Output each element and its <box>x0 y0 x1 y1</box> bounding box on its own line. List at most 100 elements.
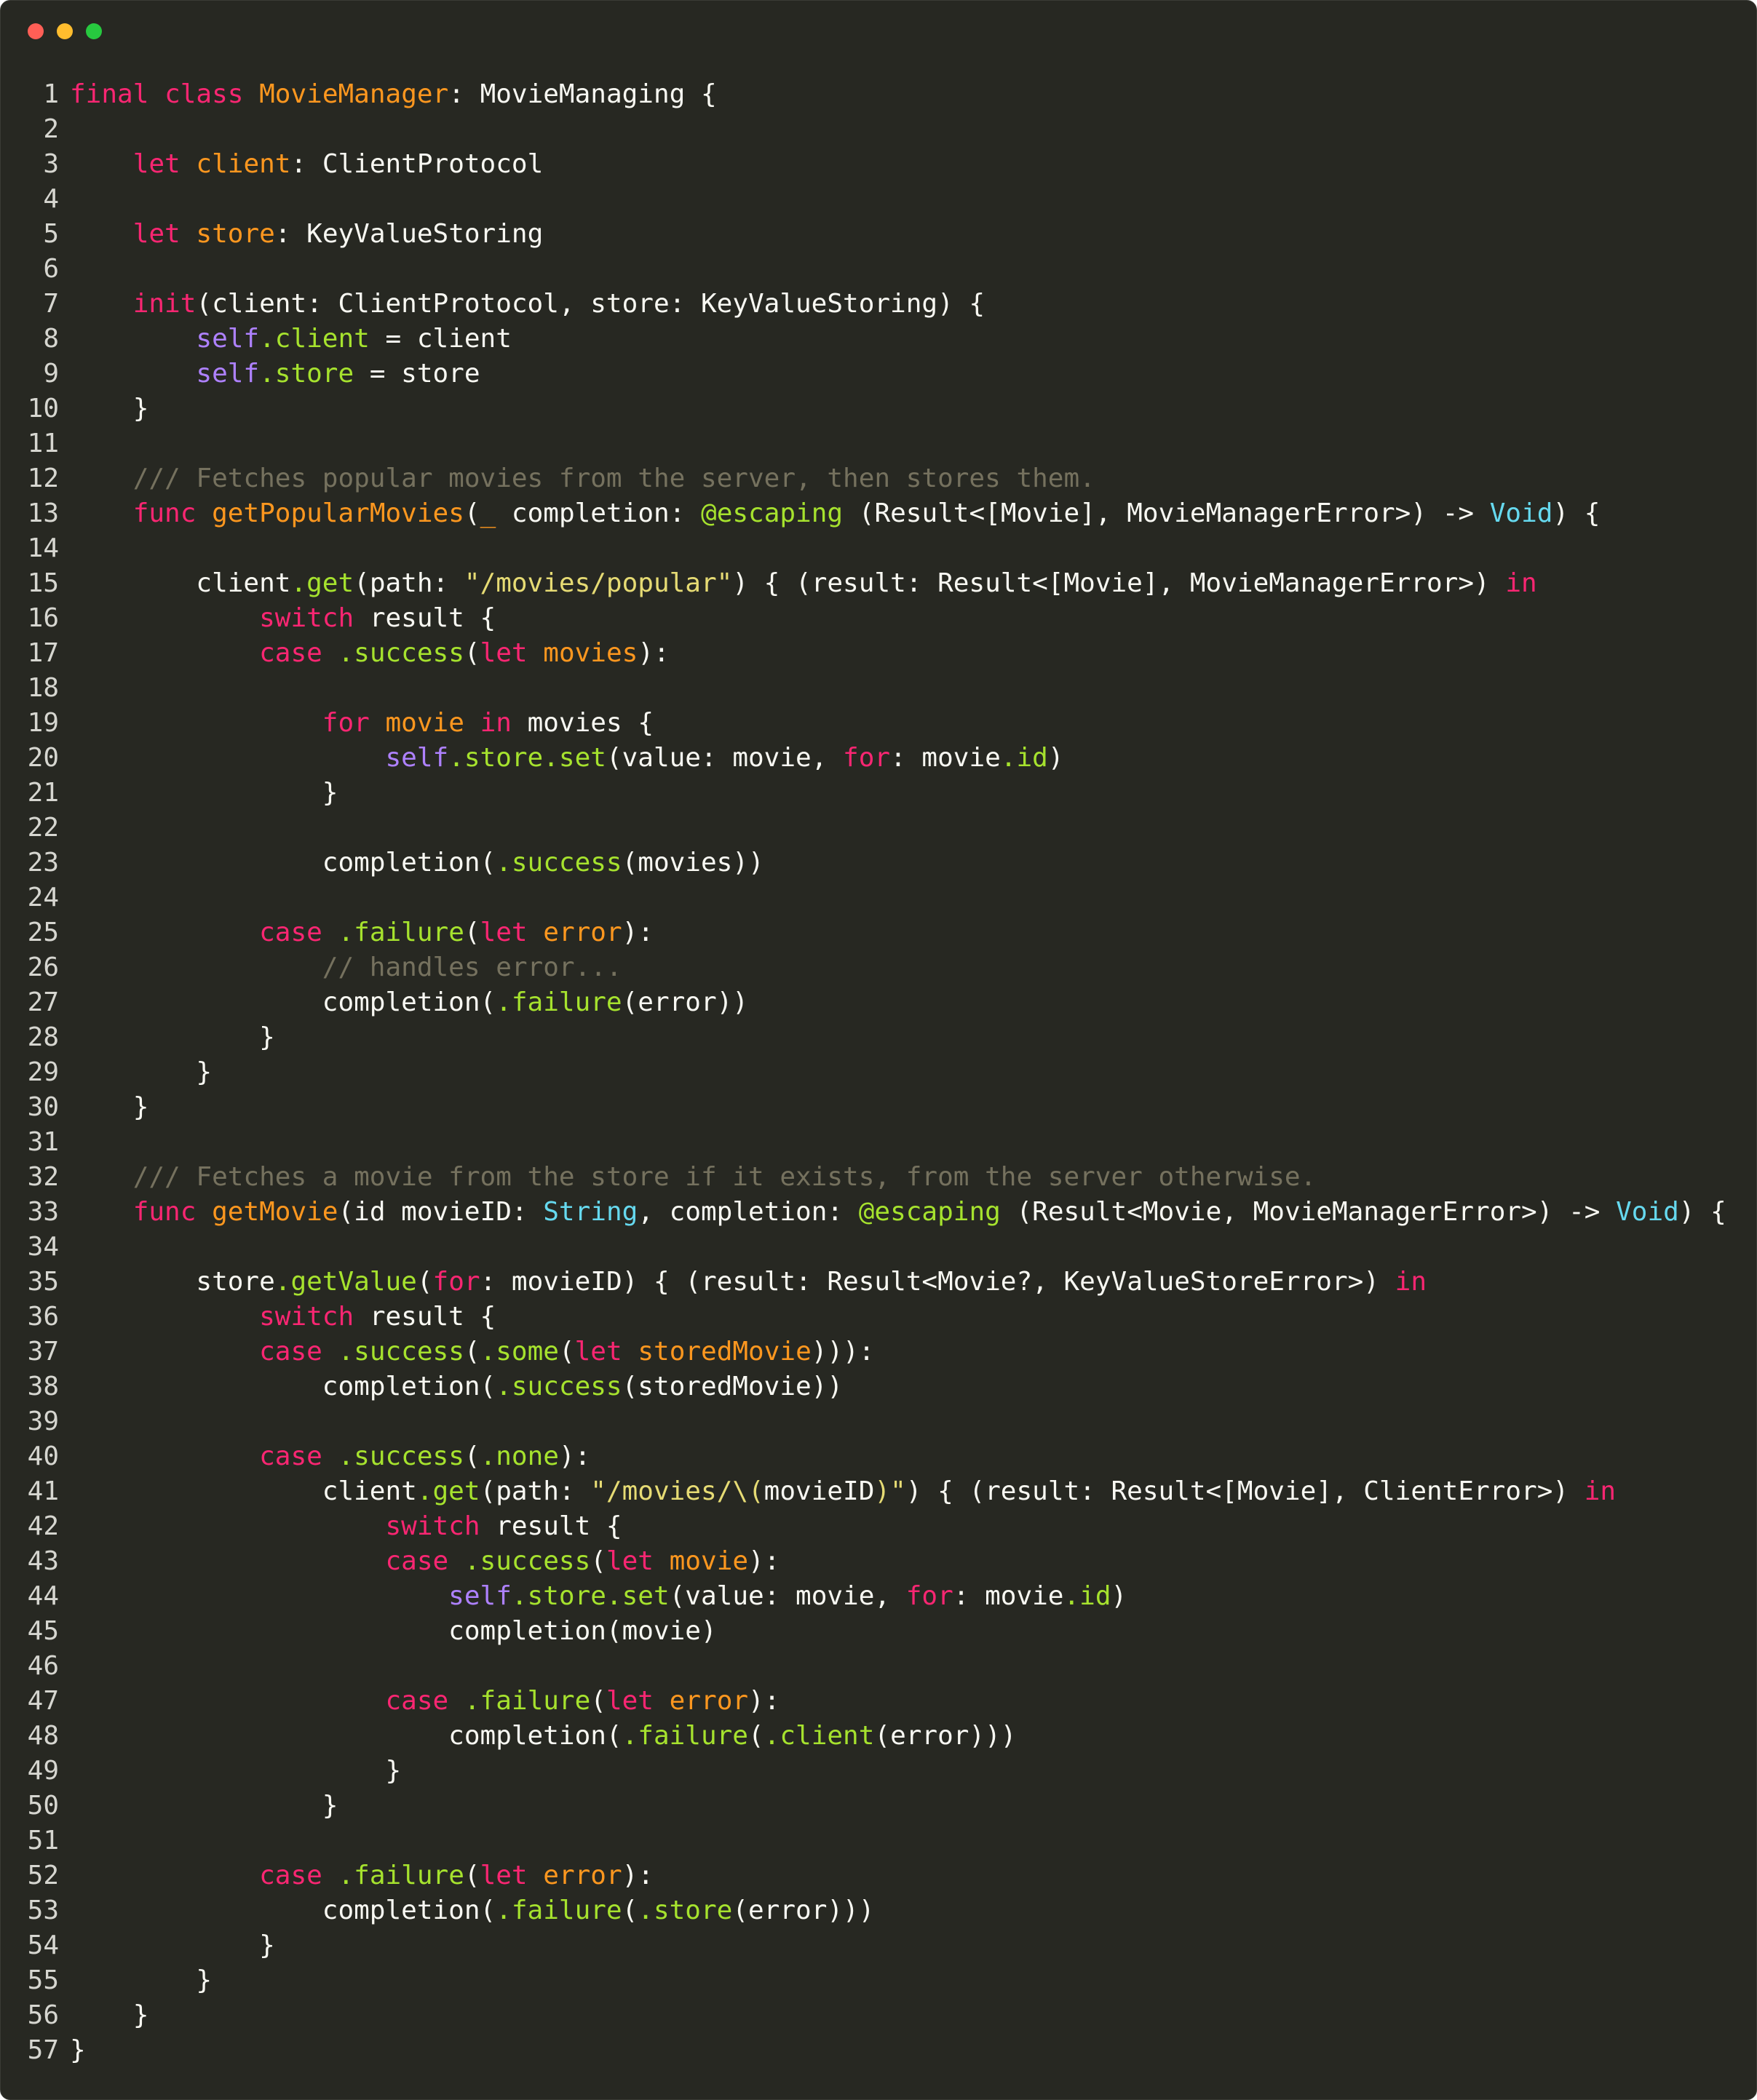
line-number: 43 <box>27 1546 59 1576</box>
token-plain-text: ( <box>464 1337 480 1367</box>
code-line: 11 <box>1 426 1726 461</box>
token-keyword: final <box>70 79 149 109</box>
line-source: self.store.set(value: movie, for: movie.… <box>59 741 1063 776</box>
token-member: .success <box>338 638 464 668</box>
line-number: 24 <box>27 883 59 912</box>
token-member: .success <box>496 1372 622 1401</box>
token-declaration: _ <box>480 498 496 528</box>
line-source: store.getValue(for: movieID) { (result: … <box>59 1265 1427 1300</box>
code-line: 12 /// Fetches popular movies from the s… <box>1 461 1726 496</box>
token-plain-text: movies { <box>511 708 654 738</box>
line-number: 55 <box>27 1965 59 1995</box>
line-number: 39 <box>27 1407 59 1436</box>
token-plain-text: completion( <box>70 848 496 878</box>
line-source <box>59 1404 70 1439</box>
token-plain-text <box>243 79 259 109</box>
token-keyword: case <box>385 1686 449 1716</box>
line-source: completion(movie) <box>59 1614 716 1649</box>
line-number: 30 <box>27 1092 59 1122</box>
token-plain-text: } <box>70 1092 149 1122</box>
line-source: } <box>59 391 149 426</box>
line-source: completion(.failure(error)) <box>59 985 748 1020</box>
line-source: case .failure(let error): <box>59 915 654 950</box>
code-line: 54 } <box>1 1928 1726 1963</box>
line-source <box>59 811 70 846</box>
token-keyword: let <box>480 918 528 947</box>
line-source: completion(.failure(.store(error))) <box>59 1893 875 1928</box>
line-number: 50 <box>27 1791 59 1821</box>
line-source: self.store.set(value: movie, for: movie.… <box>59 1579 1127 1614</box>
code-line: 24 <box>1 880 1726 915</box>
token-plain-text: : MovieManaging { <box>448 79 717 109</box>
token-plain-text: = store <box>354 359 480 389</box>
line-source: case .success(.none): <box>59 1439 590 1474</box>
token-plain-text <box>448 1546 464 1576</box>
line-source <box>59 671 70 706</box>
line-source: } <box>59 1055 212 1090</box>
token-plain-text: ( <box>622 1896 638 1925</box>
line-number: 53 <box>27 1896 59 1925</box>
code-line: 21 } <box>1 776 1726 811</box>
line-number: 15 <box>27 568 59 598</box>
token-plain-text: (path: <box>480 1476 591 1506</box>
line-number: 26 <box>27 952 59 982</box>
token-plain-text: ): <box>748 1686 780 1716</box>
line-source: } <box>59 1020 275 1055</box>
line-source: switch result { <box>59 1509 622 1544</box>
line-number: 32 <box>27 1162 59 1192</box>
token-declaration: getMovie <box>212 1197 338 1227</box>
token-plain-text: ): <box>638 638 670 668</box>
token-member: @escaping <box>701 498 844 528</box>
line-number: 20 <box>27 743 59 773</box>
line-source <box>59 252 70 287</box>
close-button[interactable] <box>28 23 44 39</box>
token-member: .client <box>764 1721 875 1751</box>
token-plain-text <box>70 1861 259 1890</box>
token-plain-text <box>70 603 259 633</box>
line-source <box>59 1823 70 1858</box>
token-plain-text: ): <box>558 1441 591 1471</box>
token-plain-text <box>196 498 212 528</box>
token-plain-text <box>181 149 197 179</box>
line-number: 22 <box>27 813 59 843</box>
line-source: client.get(path: "/movies/\(movieID)") {… <box>59 1474 1616 1509</box>
token-member: .store.set <box>511 1581 670 1611</box>
line-source: } <box>59 1928 275 1963</box>
token-self-keyword: self <box>196 324 260 354</box>
token-member: .success <box>338 1337 464 1367</box>
token-keyword: class <box>164 79 244 109</box>
line-number: 49 <box>27 1756 59 1786</box>
token-keyword: case <box>259 1337 322 1367</box>
line-number: 6 <box>43 254 59 284</box>
token-plain-text <box>70 1546 385 1576</box>
token-member: .client <box>259 324 370 354</box>
token-plain-text: ) { (result: Result<[Movie], ClientError… <box>905 1476 1585 1506</box>
line-source <box>59 1125 70 1160</box>
line-number: 35 <box>27 1267 59 1297</box>
token-plain-text <box>70 952 322 982</box>
token-keyword: let <box>574 1337 622 1367</box>
token-plain-text: client <box>70 1476 417 1506</box>
code-line: 18 <box>1 671 1726 706</box>
code-line: 57} <box>1 2033 1726 2068</box>
minimize-button[interactable] <box>57 23 73 39</box>
token-plain-text: : movieID) { (result: Result<Movie?, Key… <box>480 1267 1395 1297</box>
code-line: 19 for movie in movies { <box>1 706 1726 741</box>
token-plain-text <box>70 1686 385 1716</box>
token-plain-text <box>70 1441 259 1471</box>
code-line: 40 case .success(.none): <box>1 1439 1726 1474</box>
token-keyword: case <box>259 1441 322 1471</box>
token-comment: /// Fetches popular movies from the serv… <box>132 464 1095 493</box>
token-member: .failure <box>496 1896 622 1925</box>
token-keyword: let <box>606 1546 654 1576</box>
code-line: 34 <box>1 1230 1726 1265</box>
code-line: 1 final class MovieManager: MovieManaging… <box>1 77 1726 112</box>
token-plain-text: ( <box>464 1441 480 1471</box>
token-plain-text: } <box>70 2035 86 2065</box>
token-declaration: movie <box>669 1546 749 1576</box>
line-number: 47 <box>27 1686 59 1716</box>
line-source <box>59 112 70 147</box>
token-plain-text <box>70 743 385 773</box>
zoom-button[interactable] <box>86 23 102 39</box>
code-line: 6 <box>1 252 1726 287</box>
